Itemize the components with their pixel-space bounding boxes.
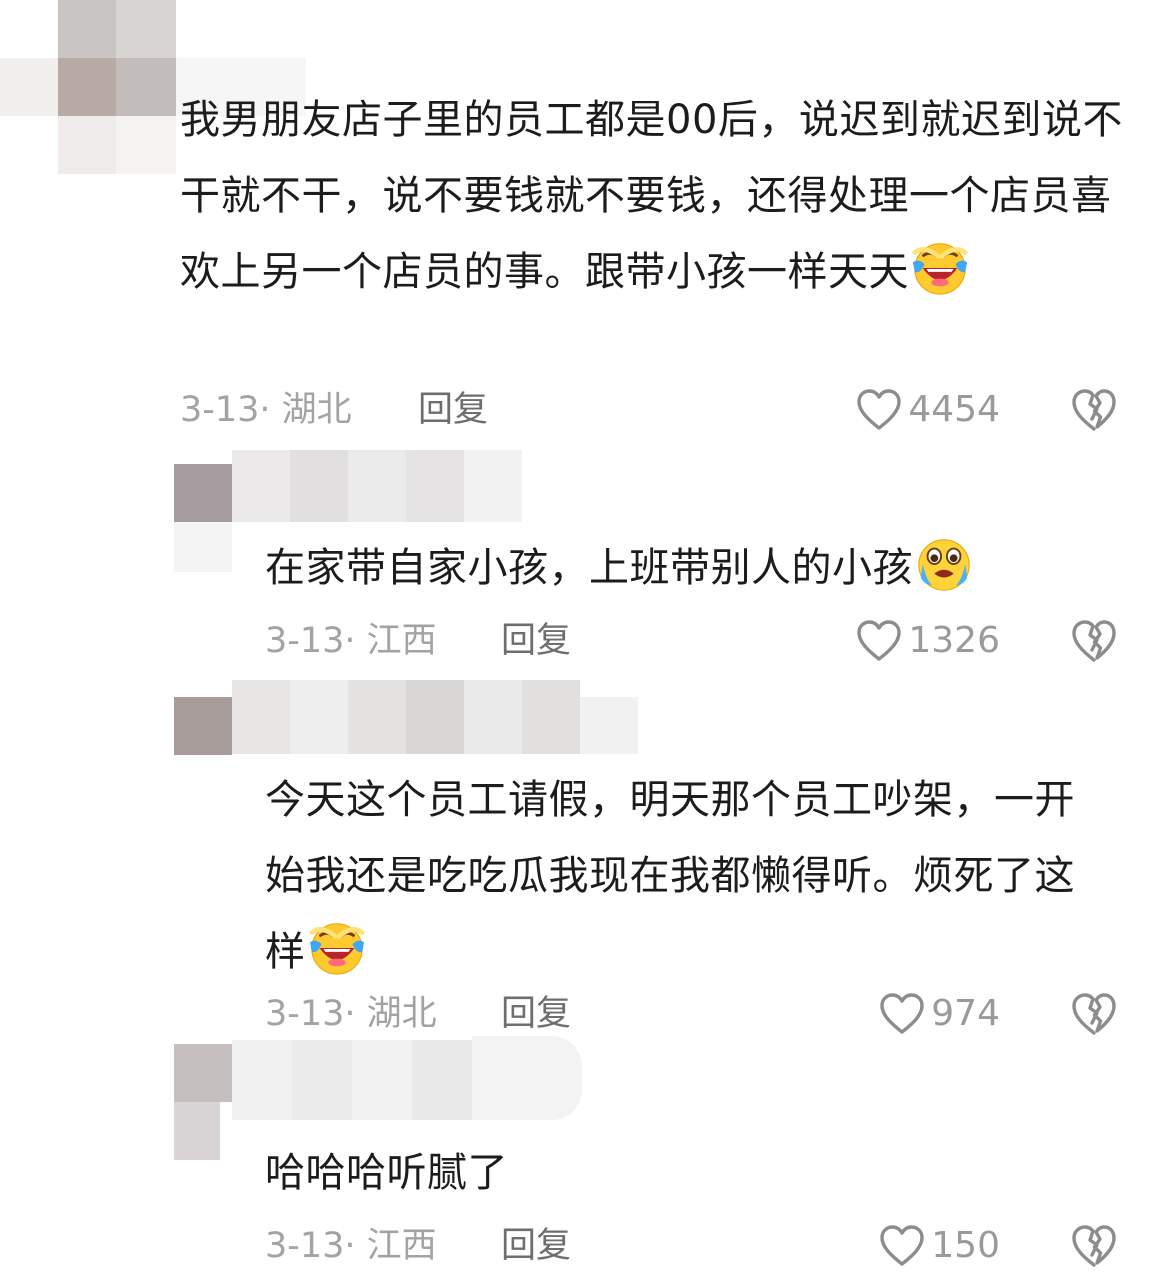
like-count: 150 (931, 1225, 1000, 1266)
like-count: 974 (931, 993, 1000, 1034)
laughing-crying-emoji-icon (911, 239, 969, 297)
comment-body: 在家带自家小孩，上班带别人的小孩 (265, 545, 913, 591)
heart-outline-icon (879, 1224, 925, 1268)
comment-text: 哈哈哈听腻了 (265, 1135, 1113, 1211)
reply-button[interactable]: 回复 (501, 617, 571, 665)
comment-body: 我男朋友店子里的员工都是00后，说迟到就迟到说不干就不干，说不要钱就不要钱，还得… (180, 97, 1123, 295)
crying-emoji-icon (915, 535, 973, 593)
comment-meta: 3-13· 江西 (265, 1226, 437, 1266)
broken-heart-icon[interactable] (1070, 1222, 1118, 1270)
heart-outline-icon (856, 388, 902, 432)
laughing-crying-emoji-icon (308, 919, 366, 977)
reply-button[interactable]: 回复 (418, 386, 488, 434)
like-button[interactable]: 4454 (820, 386, 1000, 434)
like-button[interactable]: 974 (820, 990, 1000, 1038)
broken-heart-icon[interactable] (1070, 386, 1118, 434)
comment-meta: 3-13· 江西 (265, 621, 437, 661)
broken-heart-icon[interactable] (1070, 990, 1118, 1038)
comment-body: 今天这个员工请假，明天那个员工吵架，一开始我还是吃吃瓜我现在我都懒得听。烦死了这… (265, 777, 1075, 975)
comment-body: 哈哈哈听腻了 (265, 1150, 508, 1196)
reply-button[interactable]: 回复 (501, 1222, 571, 1270)
comment-meta: 3-13· 湖北 (265, 994, 437, 1034)
like-button[interactable]: 150 (820, 1222, 1000, 1270)
comment-meta: 3-13· 湖北 (180, 390, 352, 430)
broken-heart-icon[interactable] (1070, 617, 1118, 665)
like-count: 4454 (908, 389, 1000, 430)
like-count: 1326 (908, 620, 1000, 661)
comment-text: 今天这个员工请假，明天那个员工吵架，一开始我还是吃吃瓜我现在我都懒得听。烦死了这… (265, 762, 1113, 990)
reply-button[interactable]: 回复 (501, 990, 571, 1038)
heart-outline-icon (856, 619, 902, 663)
like-button[interactable]: 1326 (820, 617, 1000, 665)
heart-outline-icon (879, 992, 925, 1036)
comment-text: 在家带自家小孩，上班带别人的小孩 (265, 530, 1145, 606)
comment-text: 我男朋友店子里的员工都是00后，说迟到就迟到说不干就不干，说不要钱就不要钱，还得… (180, 82, 1135, 310)
